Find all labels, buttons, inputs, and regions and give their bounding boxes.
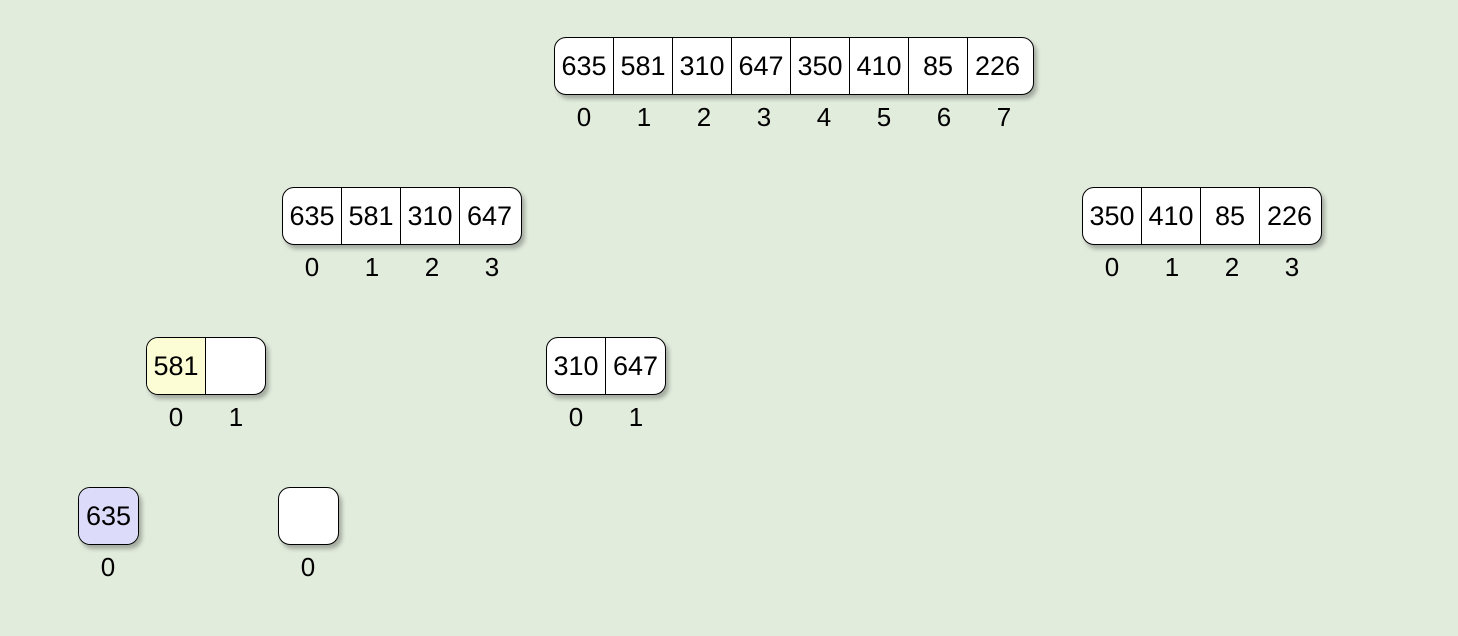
array-index: 2 bbox=[1224, 252, 1240, 282]
array-cell: 647 bbox=[466, 200, 513, 231]
array-leaf-a-box: 635 bbox=[78, 487, 139, 545]
array-index: 2 bbox=[424, 252, 440, 282]
array-index: 2 bbox=[696, 102, 712, 132]
array-cell: 581 bbox=[342, 188, 401, 244]
array-cell: 647 bbox=[612, 350, 659, 381]
array-cell: 85 bbox=[1201, 188, 1260, 244]
array-cell-empty bbox=[206, 338, 265, 394]
array-left-left-box: 581 bbox=[146, 337, 266, 395]
array-left-box: 635 581 310 647 bbox=[282, 187, 522, 245]
array-index: 4 bbox=[816, 102, 832, 132]
array-indices: 0 1 bbox=[146, 402, 266, 433]
array-index: 0 bbox=[100, 552, 116, 582]
array-root: 635 581 310 647 350 410 85 226 0 1 2 3 4… bbox=[554, 37, 1034, 133]
array-cell: 226 bbox=[974, 50, 1021, 81]
array-index: 1 bbox=[1164, 252, 1180, 282]
array-cell: 647 bbox=[732, 38, 791, 94]
array-right-box: 350 410 85 226 bbox=[1082, 187, 1322, 245]
array-index: 0 bbox=[304, 252, 320, 282]
array-index: 1 bbox=[636, 102, 652, 132]
array-cell: 410 bbox=[850, 38, 909, 94]
array-left-right: 310 647 0 1 bbox=[546, 337, 666, 433]
array-index: 1 bbox=[364, 252, 380, 282]
array-indices: 0 1 bbox=[546, 402, 666, 433]
array-index: 0 bbox=[576, 102, 592, 132]
array-index: 3 bbox=[756, 102, 772, 132]
array-left-left: 581 0 1 bbox=[146, 337, 266, 433]
array-indices: 0 bbox=[278, 552, 339, 583]
array-indices: 0 bbox=[78, 552, 139, 583]
array-indices: 0 1 2 3 bbox=[1082, 252, 1322, 283]
array-leaf-a: 635 0 bbox=[78, 487, 139, 583]
array-cell: 310 bbox=[547, 338, 606, 394]
array-index: 6 bbox=[936, 102, 952, 132]
array-cell: 85 bbox=[909, 38, 968, 94]
array-cell-empty bbox=[279, 488, 338, 544]
array-root-box: 635 581 310 647 350 410 85 226 bbox=[554, 37, 1034, 95]
array-index: 1 bbox=[228, 402, 244, 432]
array-cell: 310 bbox=[673, 38, 732, 94]
array-index: 3 bbox=[1284, 252, 1300, 282]
array-cell: 226 bbox=[1266, 200, 1313, 231]
array-cell: 410 bbox=[1142, 188, 1201, 244]
array-left: 635 581 310 647 0 1 2 3 bbox=[282, 187, 522, 283]
array-cell: 581 bbox=[614, 38, 673, 94]
array-leaf-b-box bbox=[278, 487, 339, 545]
array-right: 350 410 85 226 0 1 2 3 bbox=[1082, 187, 1322, 283]
array-cell: 635 bbox=[283, 188, 342, 244]
array-index: 0 bbox=[568, 402, 584, 432]
array-index: 7 bbox=[996, 102, 1012, 132]
array-cell: 350 bbox=[1083, 188, 1142, 244]
array-index: 0 bbox=[1104, 252, 1120, 282]
array-cell: 635 bbox=[555, 38, 614, 94]
array-cell-highlighted: 581 bbox=[147, 338, 206, 394]
array-cell-highlighted: 635 bbox=[79, 488, 138, 544]
array-indices: 0 1 2 3 4 5 6 7 bbox=[554, 102, 1034, 133]
array-index: 0 bbox=[300, 552, 316, 582]
array-indices: 0 1 2 3 bbox=[282, 252, 522, 283]
array-cell: 350 bbox=[791, 38, 850, 94]
array-index: 0 bbox=[168, 402, 184, 432]
array-index: 5 bbox=[876, 102, 892, 132]
array-index: 3 bbox=[484, 252, 500, 282]
array-index: 1 bbox=[628, 402, 644, 432]
array-leaf-b: 0 bbox=[278, 487, 339, 583]
array-cell: 310 bbox=[401, 188, 460, 244]
array-left-right-box: 310 647 bbox=[546, 337, 666, 395]
